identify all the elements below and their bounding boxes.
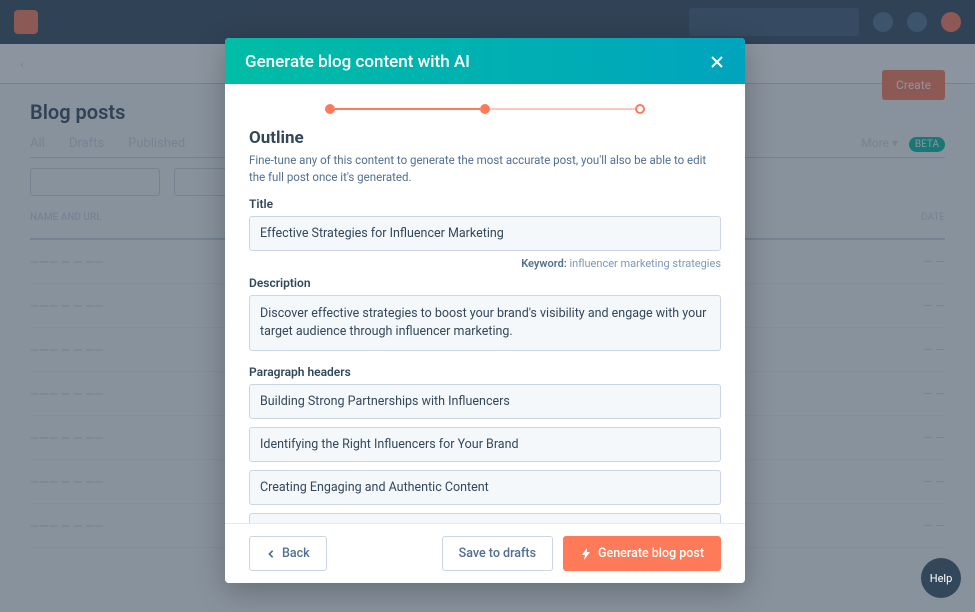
paragraph-header-input-2[interactable] bbox=[249, 427, 721, 462]
step-1-dot bbox=[325, 104, 335, 114]
generate-blog-modal: Generate blog content with AI Outline Fi… bbox=[225, 38, 745, 583]
title-label: Title bbox=[249, 197, 721, 211]
close-icon[interactable] bbox=[709, 54, 725, 70]
lightning-icon bbox=[580, 548, 592, 560]
keyword-line: Keyword: influencer marketing strategies bbox=[249, 257, 721, 270]
help-fab[interactable]: Help bbox=[921, 558, 961, 598]
save-to-drafts-label: Save to drafts bbox=[459, 546, 536, 561]
modal-title: Generate blog content with AI bbox=[245, 52, 470, 72]
chevron-left-icon bbox=[266, 549, 276, 559]
step-3-dot bbox=[635, 104, 645, 114]
back-button[interactable]: Back bbox=[249, 536, 327, 571]
keyword-label: Keyword: bbox=[521, 257, 567, 270]
generate-blog-post-label: Generate blog post bbox=[598, 546, 704, 561]
step-line-2 bbox=[490, 108, 635, 110]
paragraph-header-input-3[interactable] bbox=[249, 470, 721, 505]
outline-heading: Outline bbox=[249, 128, 721, 148]
title-input[interactable] bbox=[249, 216, 721, 251]
outline-description: Fine-tune any of this content to generat… bbox=[249, 152, 721, 187]
modal-header: Generate blog content with AI bbox=[225, 38, 745, 84]
keyword-value: influencer marketing strategies bbox=[570, 257, 722, 270]
description-label: Description bbox=[249, 276, 721, 290]
save-to-drafts-button[interactable]: Save to drafts bbox=[442, 536, 553, 571]
progress-stepper bbox=[249, 104, 721, 114]
help-label: Help bbox=[930, 572, 953, 585]
paragraph-header-input-1[interactable] bbox=[249, 384, 721, 419]
modal-footer: Back Save to drafts Generate blog post bbox=[225, 523, 745, 583]
description-input[interactable] bbox=[249, 295, 721, 351]
step-line-1 bbox=[335, 108, 480, 110]
paragraph-headers-label: Paragraph headers bbox=[249, 365, 721, 379]
back-button-label: Back bbox=[282, 546, 310, 561]
step-2-dot bbox=[480, 104, 490, 114]
generate-blog-post-button[interactable]: Generate blog post bbox=[563, 536, 721, 571]
modal-body: Outline Fine-tune any of this content to… bbox=[225, 84, 745, 523]
paragraph-header-input-4[interactable] bbox=[249, 513, 721, 523]
